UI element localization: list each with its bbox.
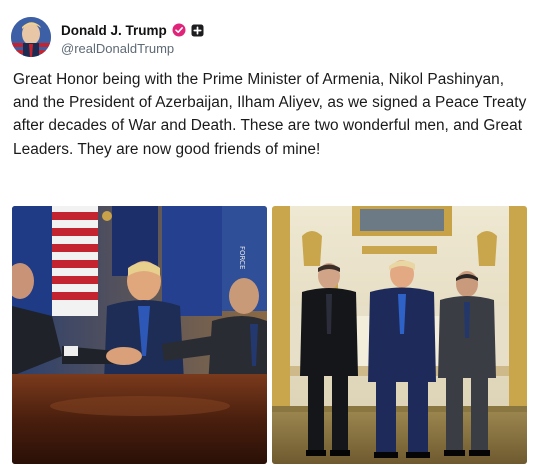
verified-badge-icon bbox=[172, 23, 186, 37]
handshake-photo[interactable]: FORCE bbox=[12, 206, 267, 464]
affiliation-plus-icon bbox=[191, 24, 204, 36]
post-card: Donald J. Trump @realDonaldTrump Great H… bbox=[0, 0, 544, 472]
avatar[interactable] bbox=[11, 17, 51, 57]
group-portrait-photo[interactable] bbox=[272, 206, 527, 464]
author-handle[interactable]: @realDonaldTrump bbox=[61, 41, 174, 56]
author-display-name[interactable]: Donald J. Trump bbox=[61, 23, 167, 38]
avatar-image bbox=[11, 17, 51, 57]
post-text: Great Honor being with the Prime Ministe… bbox=[13, 71, 527, 158]
svg-text:FORCE: FORCE bbox=[238, 246, 246, 269]
author-row: Donald J. Trump bbox=[61, 21, 204, 39]
